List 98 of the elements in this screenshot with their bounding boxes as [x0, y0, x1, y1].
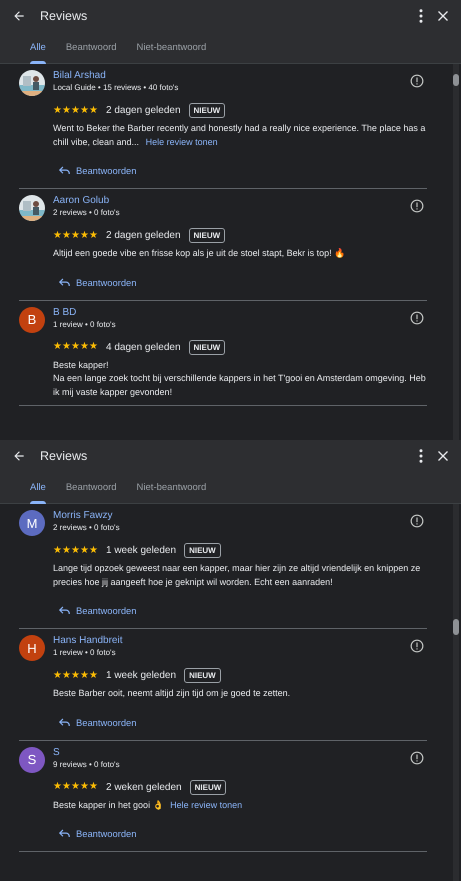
reviewer-name[interactable]: B BD [53, 306, 402, 318]
review-text: Beste kapper in het gooi 👌 Hele review tonen [53, 798, 244, 812]
show-more-link[interactable]: Hele review tonen [146, 136, 218, 146]
reviewer-name[interactable]: S [53, 746, 402, 758]
report-icon[interactable] [410, 639, 424, 653]
star-icon: ★ [53, 342, 62, 352]
avatar-icon: M [19, 510, 45, 536]
close-icon[interactable] [437, 450, 449, 462]
review-text: Beste Barber ooit, neemt altijd zijn tijd om je goed te zetten. [53, 687, 292, 700]
star-icon: ★ [62, 782, 71, 792]
reply-icon [59, 278, 70, 286]
show-more-link[interactable]: Hele review tonen [170, 800, 242, 810]
star-icon: ★ [62, 670, 71, 680]
star-icon: ★ [89, 106, 98, 116]
reviewer-name[interactable]: Aaron Golub [53, 195, 402, 206]
reply-icon [59, 606, 70, 615]
star-icon: ★ [53, 782, 62, 792]
new-badge: NIEUW [188, 340, 226, 354]
review-time: 2 weken geleden [106, 782, 182, 792]
reviewer-name[interactable]: Morris Fawzy [53, 510, 402, 521]
more-options-icon[interactable] [419, 448, 423, 462]
close-icon[interactable] [437, 10, 449, 22]
reviewer-meta: Local Guide • 15 reviews • 40 foto's [53, 83, 180, 92]
star-icon: ★ [62, 342, 71, 352]
reviewer-meta: 1 review • 0 foto's [53, 648, 117, 657]
review-time: 1 week geleden [106, 545, 176, 556]
reply-icon [59, 718, 70, 726]
star-icon: ★ [71, 230, 80, 240]
star-icon: ★ [71, 782, 80, 792]
reply-button[interactable]: Beantwoorden [59, 828, 136, 839]
reply-button[interactable]: Beantwoorden [59, 165, 136, 176]
new-badge: NIEUW [188, 228, 226, 243]
star-icon: ★ [53, 230, 62, 240]
back-icon[interactable] [12, 448, 26, 462]
star-icon: ★ [89, 342, 98, 352]
star-icon: ★ [89, 546, 98, 556]
reviewer-meta: 9 reviews • 0 foto's [53, 760, 121, 768]
review-time: 4 dagen geleden [106, 342, 181, 352]
star-icon: ★ [80, 670, 89, 680]
scrollbar[interactable] [453, 504, 459, 881]
star-icon: ★ [89, 782, 98, 792]
new-badge: NIEUW [184, 543, 221, 558]
star-icon: ★ [62, 106, 71, 116]
star-icon: ★ [71, 342, 80, 352]
report-icon[interactable] [410, 74, 424, 88]
star-icon: ★ [53, 670, 62, 680]
report-icon[interactable] [410, 310, 424, 324]
star-icon: ★ [80, 546, 89, 556]
filter-tab[interactable]: Beantwoord [56, 471, 127, 503]
review-text: Went to Beker the Barber recently and honestly had a really nice experience. The place has a chill vibe, clean and... Hele review tonen [53, 122, 426, 148]
star-icon: ★ [71, 670, 80, 680]
star-icon: ★ [80, 342, 89, 352]
reply-button[interactable]: Beantwoorden [59, 605, 136, 616]
report-icon[interactable] [410, 514, 424, 528]
report-icon[interactable] [410, 750, 424, 764]
reply-button[interactable]: Beantwoorden [59, 276, 136, 288]
back-icon[interactable] [12, 8, 26, 22]
star-icon: ★ [71, 546, 80, 556]
reviewer-name[interactable]: Bilal Arshad [53, 70, 402, 81]
filter-tab[interactable]: Beantwoord [56, 31, 127, 63]
report-icon[interactable] [410, 199, 424, 213]
avatar-icon: H [19, 635, 45, 661]
reviewer-meta: 2 reviews • 0 foto's [53, 523, 121, 532]
avatar-icon: B [19, 306, 45, 332]
review-text: Altijd een goede vibe en frisse kop als je uit de stoel stapt, Bekr is top! 🔥 [53, 247, 346, 260]
filter-tab[interactable]: Niet-beantwoord [126, 471, 216, 503]
new-badge: NIEUW [188, 103, 226, 118]
star-icon: ★ [62, 546, 71, 556]
new-badge: NIEUW [184, 668, 221, 683]
review-text: Lange tijd opzoek geweest naar een kapper, maar hier zijn ze altijd vriendelijk en knippen ze precies hoe jij aangeeft hoe je geknipt wil worden. Echt een aanraden! [53, 562, 422, 589]
filter-tab[interactable]: Niet-beantwoord [126, 31, 216, 63]
review-text: Beste kapper! Na een lange zoek tocht bij verschillende kappers in het T'gooi en Amsterdam omgeving. Heb ik mij vaste kapper gevonden! [53, 358, 427, 399]
reviewer-meta: 2 reviews • 0 foto's [53, 208, 121, 217]
reviewer-meta: 1 review • 0 foto's [53, 320, 117, 328]
star-icon: ★ [80, 230, 89, 240]
reply-icon [59, 166, 70, 175]
star-icon: ★ [89, 670, 98, 680]
star-icon: ★ [89, 230, 98, 240]
review-time: 1 week geleden [106, 670, 176, 681]
star-icon: ★ [53, 546, 62, 556]
reviewer-name[interactable]: Hans Handbreit [53, 635, 402, 646]
star-icon: ★ [80, 782, 89, 792]
star-icon: ★ [71, 106, 80, 116]
star-icon: ★ [53, 106, 62, 116]
panel-title: Reviews [40, 8, 88, 22]
scrollbar[interactable] [453, 64, 459, 440]
review-time: 2 dagen geleden [106, 230, 181, 241]
filter-tab[interactable]: Alle [20, 471, 56, 503]
star-icon: ★ [62, 230, 71, 240]
review-time: 2 dagen geleden [106, 105, 181, 116]
panel-title: Reviews [40, 448, 88, 462]
avatar-icon: S [19, 746, 45, 772]
new-badge: NIEUW [190, 780, 226, 794]
filter-tab[interactable]: Alle [20, 31, 56, 63]
star-icon: ★ [80, 106, 89, 116]
reply-icon [59, 829, 70, 838]
reply-button[interactable]: Beantwoorden [59, 716, 136, 728]
more-options-icon[interactable] [419, 8, 423, 22]
